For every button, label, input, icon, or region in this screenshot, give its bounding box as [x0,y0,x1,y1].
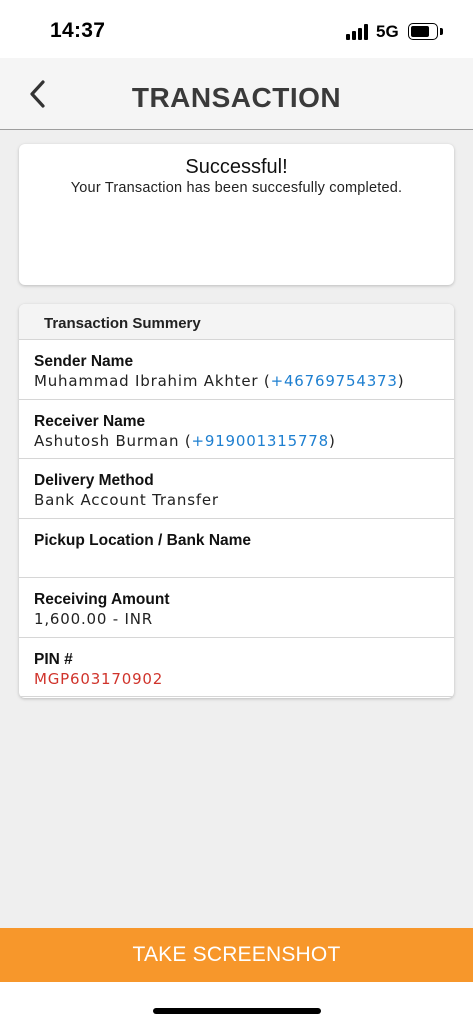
delivery-method-label: Delivery Method [34,472,154,489]
sender-name: Muhammad Ibrahim Akhter [34,372,259,390]
status-time: 14:37 [50,19,106,42]
pickup-location-label: Pickup Location / Bank Name [34,531,252,549]
pickup-location-row: Pickup Location / Bank Name [19,519,454,578]
receiver-row: Receiver Name Ashutosh Burman (+91900131… [19,400,454,459]
signal-icon [346,24,371,40]
pin-row: PIN # MGP603170902 [19,638,454,697]
summary-heading: Transaction Summery [19,304,454,340]
page-title: TRANSACTION [131,82,342,113]
success-message: Your Transaction has been succesfully co… [70,180,403,196]
sender-phone-link[interactable]: +46769754373 [271,372,398,390]
receiving-amount-label: Receiving Amount [34,591,170,608]
success-title: Successful! [185,156,288,178]
sender-row: Sender Name Muhammad Ibrahim Akhter (+46… [19,340,454,400]
success-card: Successful! Your Transaction has been su… [19,144,454,285]
delivery-method-value: Bank Account Transfer [34,491,219,509]
sender-value: Muhammad Ibrahim Akhter (+46769754373) [34,372,405,390]
delivery-method-row: Delivery Method Bank Account Transfer [19,459,454,519]
status-bar: 14:37 5G [0,0,473,58]
battery-icon [408,23,438,40]
receiver-label: Receiver Name [34,412,146,430]
battery-cap [440,28,443,35]
pin-value: MGP603170902 [34,669,164,688]
receiver-name: Ashutosh Burman [34,431,180,450]
app-header: TRANSACTION [0,58,473,130]
take-screenshot-button[interactable]: TAKE SCREENSHOT [0,928,473,982]
receiver-phone-link[interactable]: +919001315778 [191,432,329,450]
home-indicator-area [0,982,473,1024]
transaction-summary-card: Transaction Summery Sender Name Muhammad… [19,304,454,698]
home-indicator[interactable] [153,1008,321,1014]
sender-label: Sender Name [34,353,134,370]
receiving-amount-value: 1,600.00 - INR [34,610,154,628]
pin-label: PIN # [34,650,73,668]
receiving-amount-row: Receiving Amount 1,600.00 - INR [19,578,454,638]
receiver-value: Ashutosh Burman (+919001315778) [34,431,336,450]
network-label: 5G [376,22,399,41]
